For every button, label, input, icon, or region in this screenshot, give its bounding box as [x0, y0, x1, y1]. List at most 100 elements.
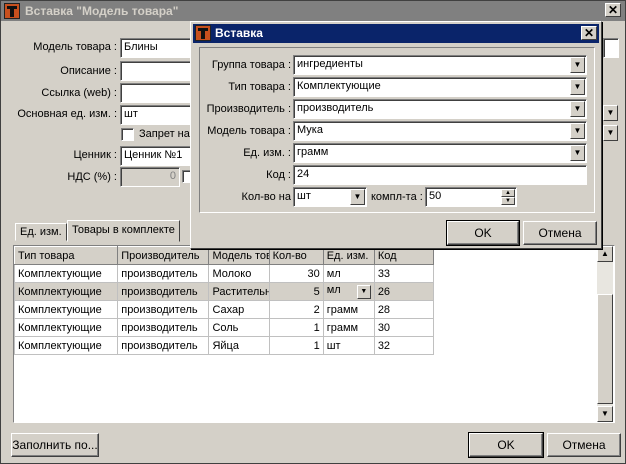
chevron-down-icon[interactable]: ▼ [350, 189, 365, 205]
description-input[interactable] [120, 61, 196, 81]
manufacturer-label: Производитель : [206, 103, 291, 115]
model-input[interactable]: Блины [120, 38, 196, 58]
table-cell: 30 [373, 318, 435, 337]
main-ok-button[interactable]: OK [468, 432, 544, 458]
main-close-button[interactable]: ✕ [605, 3, 621, 17]
table-cell: мл [326, 284, 341, 296]
table-cell: 2 [268, 300, 324, 319]
table-row[interactable]: Комплектующие производитель Растительн 5… [14, 282, 435, 301]
product-type-label: Тип товара : [228, 81, 291, 93]
table-cell: производитель [117, 336, 210, 355]
table-row[interactable]: Комплектующие производитель Сахар 2 грам… [14, 300, 435, 319]
qty-per-label: Кол-во на [241, 191, 291, 203]
vat-input[interactable]: 0 [120, 167, 180, 187]
dialog-unit-label: Ед. изм. : [243, 147, 291, 159]
main-title: Вставка "Модель товара" [25, 4, 179, 18]
app-icon [4, 3, 20, 19]
table-cell: 33 [373, 264, 435, 283]
dialog-title: Вставка [215, 26, 263, 40]
table-row[interactable]: Комплектующие производитель Молоко 30 мл… [14, 264, 435, 283]
kit-items-table: Тип товара Производитель Модель товара К… [14, 246, 435, 355]
product-type-combo[interactable]: Комплектующие ▼ [293, 77, 587, 97]
insert-dialog: Вставка ✕ Группа товара : ингредиенты ▼ Т… [190, 21, 602, 249]
table-cell: производитель [117, 300, 210, 319]
link-input[interactable] [120, 83, 196, 103]
manufacturer-combo-value: производитель [297, 102, 374, 114]
qty-unit-combo[interactable]: шт ▼ [293, 187, 367, 207]
main-titlebar[interactable]: Вставка "Модель товара" ✕ [1, 1, 625, 21]
table-cell: Сахар [208, 300, 270, 319]
price-tag-input[interactable]: Ценник №1 [120, 146, 196, 166]
model-label: Модель товара : [33, 41, 117, 53]
dialog-ok-button[interactable]: OK [446, 220, 520, 246]
product-type-combo-value: Комплектующие [297, 80, 381, 92]
column-header[interactable]: Ед. изм. [322, 246, 375, 265]
spin-up-icon[interactable]: ▲ [501, 189, 515, 197]
right-edge-combo-button-2[interactable]: ▼ [603, 125, 618, 141]
grid-vertical-scrollbar[interactable]: ▲ ▼ [597, 246, 613, 422]
table-cell: Комплектующие [14, 300, 119, 319]
dialog-model-combo[interactable]: Мука ▼ [293, 121, 587, 141]
scroll-thumb[interactable] [597, 294, 613, 404]
description-label: Описание : [60, 65, 117, 77]
column-header[interactable]: Тип товара [14, 246, 119, 265]
code-input[interactable]: 24 [293, 165, 587, 185]
table-cell: Соль [208, 318, 270, 337]
table-cell: производитель [117, 318, 210, 337]
column-header[interactable]: Модель товара [208, 246, 270, 265]
column-header[interactable]: Производитель [117, 246, 210, 265]
tab-kit-items[interactable]: Товары в комплекте [67, 220, 180, 242]
column-header[interactable]: Кол-во [268, 246, 324, 265]
table-cell: шт [322, 336, 375, 355]
table-cell: 28 [373, 300, 435, 319]
table-cell: 1 [268, 336, 324, 355]
table-cell: 32 [373, 336, 435, 355]
fill-from-button[interactable]: Заполнить по... [11, 433, 99, 457]
base-unit-input[interactable]: шт [120, 105, 196, 125]
manufacturer-combo[interactable]: производитель ▼ [293, 99, 587, 119]
table-cell: 1 [268, 318, 324, 337]
table-cell: Комплектующие [14, 264, 119, 283]
chevron-down-icon[interactable]: ▼ [570, 145, 585, 161]
dialog-unit-combo[interactable]: грамм ▼ [293, 143, 587, 163]
dialog-model-combo-value: Мука [297, 124, 323, 136]
table-cell: Яйца [208, 336, 270, 355]
kit-qty-spinner[interactable]: 50 ▲ ▼ [425, 187, 517, 207]
table-cell: Молоко [208, 264, 270, 283]
vat-label: НДС (%) : [67, 171, 117, 183]
group-label: Группа товара : [211, 59, 291, 71]
table-cell: производитель [117, 282, 210, 301]
chevron-down-icon[interactable]: ▼ [570, 101, 585, 117]
dialog-titlebar[interactable]: Вставка ✕ [193, 24, 599, 43]
dialog-model-label: Модель товара : [207, 125, 291, 137]
dialog-unit-combo-value: грамм [297, 146, 329, 158]
ban-checkbox[interactable] [121, 128, 134, 141]
table-row[interactable]: Комплектующие производитель Соль 1 грамм… [14, 318, 435, 337]
chevron-down-icon[interactable]: ▼ [356, 285, 371, 299]
dialog-close-button[interactable]: ✕ [581, 26, 597, 40]
tab-units[interactable]: Ед. изм. [15, 223, 67, 241]
chevron-down-icon[interactable]: ▼ [570, 79, 585, 95]
scroll-down-arrow-icon[interactable]: ▼ [597, 406, 613, 422]
table-cell: 30 [268, 264, 324, 283]
spin-down-icon[interactable]: ▼ [501, 197, 515, 205]
right-edge-combo-button[interactable]: ▼ [603, 105, 618, 121]
kit-qty-value: 50 [429, 190, 442, 202]
chevron-down-icon[interactable]: ▼ [570, 57, 585, 73]
column-header[interactable]: Код [373, 246, 435, 265]
table-cell: мл [322, 264, 375, 283]
base-unit-label: Основная ед. изм. : [17, 108, 117, 120]
spinner-buttons[interactable]: ▲ ▼ [501, 189, 515, 205]
kit-items-grid[interactable]: Тип товара Производитель Модель товара К… [13, 245, 615, 423]
table-row[interactable]: Комплектующие производитель Яйца 1 шт 32 [14, 336, 435, 355]
chevron-down-icon[interactable]: ▼ [570, 123, 585, 139]
table-header-row: Тип товара Производитель Модель товара К… [14, 246, 435, 265]
group-combo[interactable]: ингредиенты ▼ [293, 55, 587, 75]
group-combo-value: ингредиенты [297, 58, 363, 70]
table-cell-unit-combo[interactable]: мл ▼ [322, 282, 375, 301]
dialog-app-icon [195, 25, 211, 41]
main-cancel-button[interactable]: Отмена [547, 433, 621, 457]
dialog-cancel-button[interactable]: Отмена [523, 221, 597, 245]
right-edge-field-1[interactable] [603, 38, 619, 58]
table-cell: грамм [322, 300, 375, 319]
